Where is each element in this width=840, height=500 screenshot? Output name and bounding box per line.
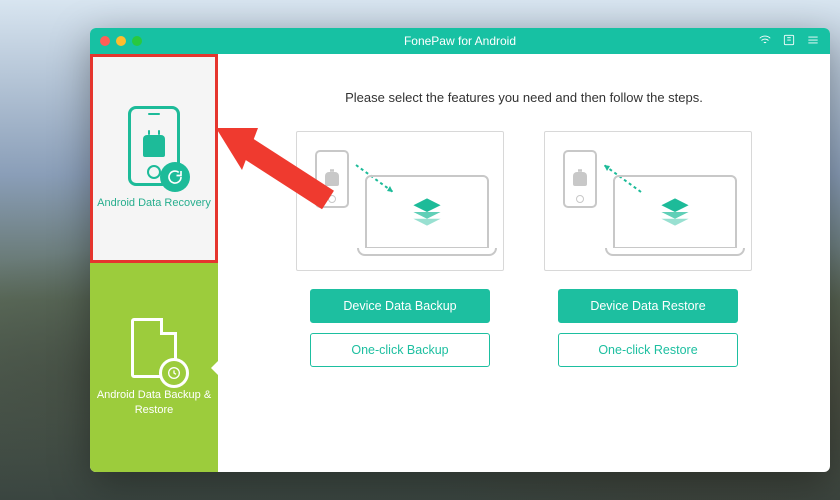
- minimize-button[interactable]: [116, 36, 126, 46]
- main-panel: Please select the features you need and …: [218, 54, 830, 472]
- backup-illustration: [296, 131, 504, 271]
- window-body: Android Data Recovery Android Data Backu…: [90, 54, 830, 472]
- titlebar: FonePaw for Android: [90, 28, 830, 54]
- app-window: FonePaw for Android Android Data Recover…: [90, 28, 830, 472]
- sidebar-item-label: Android Data Backup & Restore: [96, 388, 212, 417]
- oneclick-backup-button[interactable]: One-click Backup: [310, 333, 490, 367]
- instruction-text: Please select the features you need and …: [345, 90, 703, 105]
- oneclick-restore-button[interactable]: One-click Restore: [558, 333, 738, 367]
- sidebar-item-label: Android Data Recovery: [97, 196, 211, 210]
- window-controls: [100, 36, 142, 46]
- sidebar-item-recovery[interactable]: Android Data Recovery: [90, 54, 218, 263]
- device-backup-button[interactable]: Device Data Backup: [310, 289, 490, 323]
- feedback-icon[interactable]: [782, 33, 796, 50]
- recovery-badge-icon: [160, 162, 190, 192]
- stack-icon: [658, 195, 692, 229]
- device-restore-button[interactable]: Device Data Restore: [558, 289, 738, 323]
- close-button[interactable]: [100, 36, 110, 46]
- maximize-button[interactable]: [132, 36, 142, 46]
- wifi-icon[interactable]: [758, 33, 772, 50]
- menu-icon[interactable]: [806, 33, 820, 50]
- sidebar: Android Data Recovery Android Data Backu…: [90, 54, 218, 472]
- sidebar-item-backup[interactable]: Android Data Backup & Restore: [90, 263, 218, 472]
- restore-illustration: [544, 131, 752, 271]
- app-title: FonePaw for Android: [90, 34, 830, 48]
- stack-icon: [410, 195, 444, 229]
- history-badge-icon: [159, 358, 189, 388]
- backup-card: Device Data Backup One-click Backup: [296, 131, 504, 367]
- restore-card: Device Data Restore One-click Restore: [544, 131, 752, 367]
